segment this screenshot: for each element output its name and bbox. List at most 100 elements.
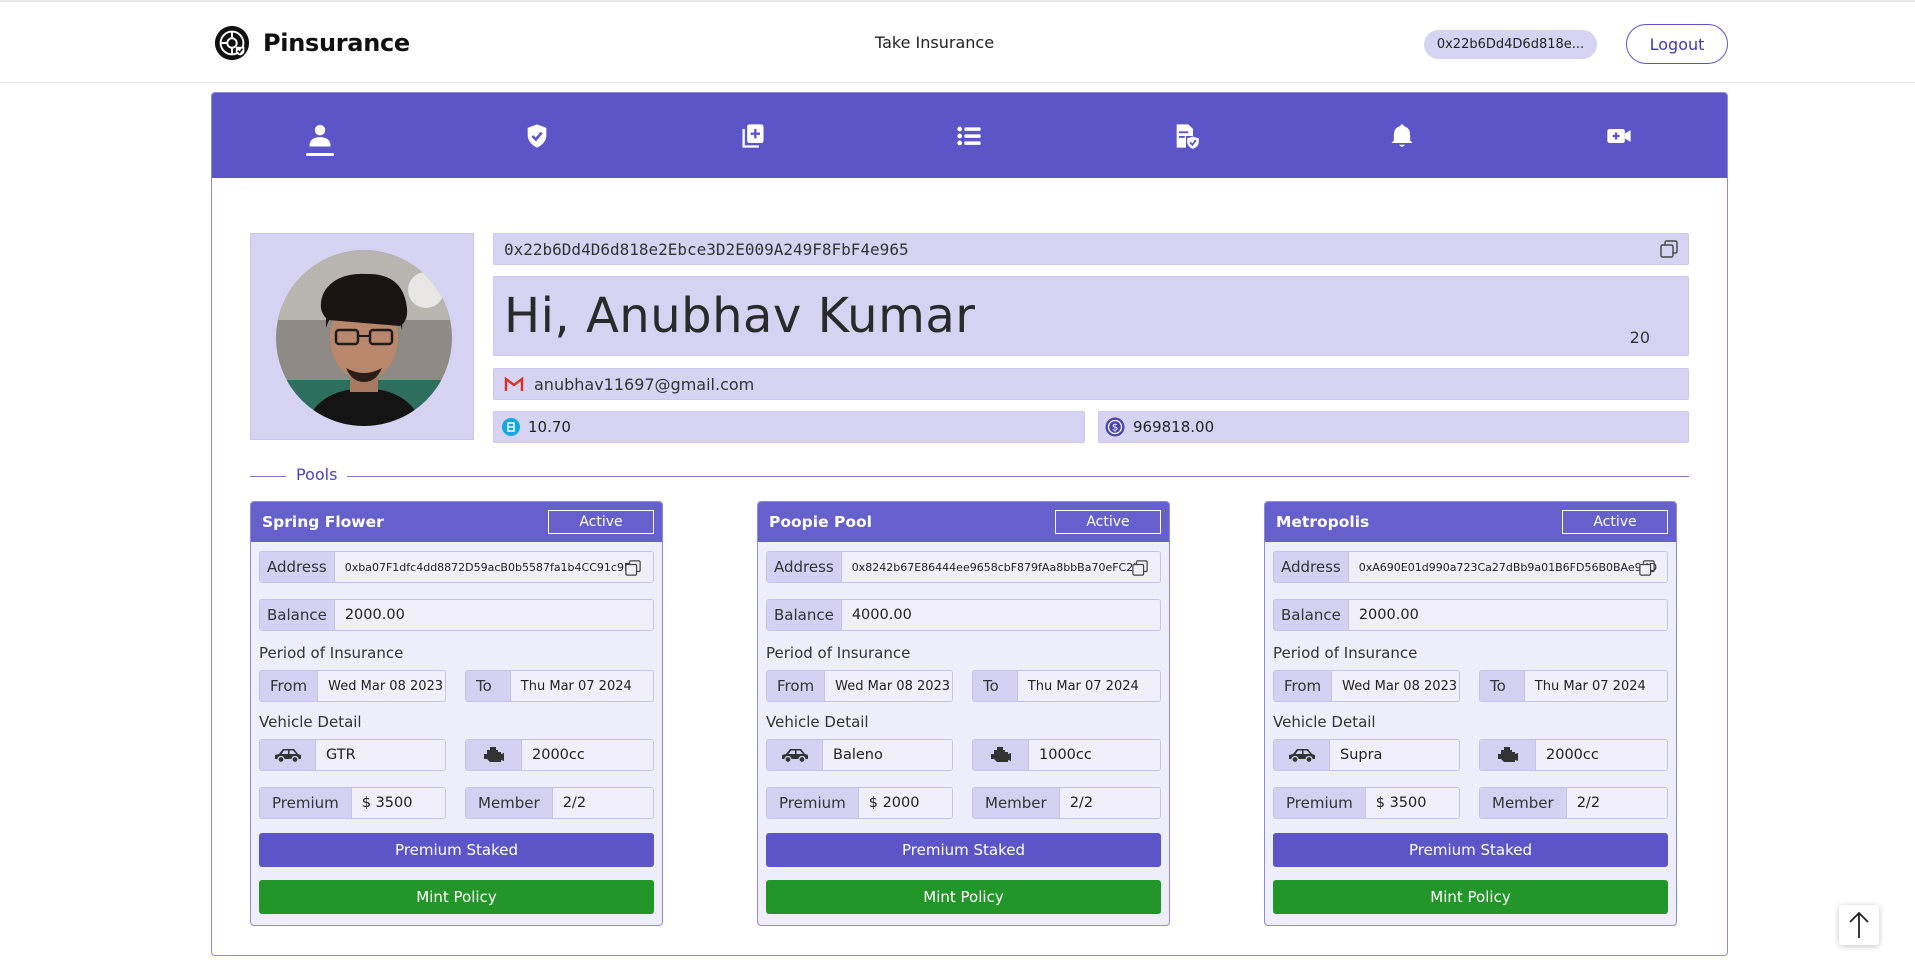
engine-icon (990, 747, 1011, 762)
greeting-text: Hi, Anubhav Kumar (504, 288, 976, 344)
wallet-address-pill[interactable]: 0x22b6Dd4D6d818e... (1424, 30, 1597, 59)
pool-address-label: Address (767, 552, 842, 582)
engine-icon-cell (466, 740, 522, 770)
pool-name: Poopie Pool (769, 513, 872, 531)
vehicle-model-group: GTR (259, 739, 446, 771)
premium-group: Premium $ 2000 (766, 787, 953, 819)
pool-balance-label: Balance (1274, 600, 1349, 630)
copy-icon[interactable] (1132, 560, 1148, 576)
vehicle-model-group: Baleno (766, 739, 953, 771)
period-from-group: From Wed Mar 08 2023 (259, 670, 446, 702)
stablecoin-balance-value: 969818.00 (1133, 418, 1215, 436)
tab-video[interactable] (1511, 93, 1727, 178)
pools-divider (250, 476, 1689, 477)
scroll-to-top-button[interactable] (1839, 905, 1879, 945)
mint-policy-button[interactable]: Mint Policy (766, 880, 1161, 914)
age-value: 20 (1629, 328, 1650, 347)
user-icon (309, 124, 331, 146)
pool-address-group: Address 0x8242b67E86444ee9658cbF879fAa8b… (766, 551, 1161, 583)
logout-button[interactable]: Logout (1626, 24, 1728, 64)
avatar (276, 250, 452, 426)
copy-icon[interactable] (625, 560, 641, 576)
pool-balance-value: 2000.00 (1348, 600, 1667, 630)
svg-text:$: $ (1112, 423, 1118, 434)
premium-value: $ 3500 (1365, 788, 1459, 818)
premium-label: Premium (767, 788, 859, 818)
member-group: Member 2/2 (972, 787, 1161, 819)
list-icon (957, 126, 982, 145)
pool-name: Metropolis (1276, 513, 1370, 531)
take-insurance-link[interactable]: Take Insurance (875, 33, 994, 52)
pools-section-label: Pools (286, 465, 348, 484)
engine-icon-cell (1480, 740, 1536, 770)
member-label: Member (1480, 788, 1567, 818)
vehicle-title: Vehicle Detail (259, 713, 362, 731)
member-group: Member 2/2 (465, 787, 654, 819)
member-value: 2/2 (552, 788, 653, 818)
pool-balance-group: Balance 2000.00 (1273, 599, 1668, 631)
premium-value: $ 3500 (351, 788, 445, 818)
vehicle-engine-group: 2000cc (465, 739, 654, 771)
pool-card-header: Spring Flower Active (251, 502, 662, 542)
pool-address-label: Address (260, 552, 335, 582)
pinsurance-logo-icon (214, 25, 250, 61)
copy-icon[interactable] (1660, 240, 1678, 258)
tab-profile[interactable] (212, 93, 428, 178)
vehicle-model-value: Baleno (823, 740, 952, 770)
tab-list[interactable] (861, 93, 1077, 178)
period-title: Period of Insurance (1273, 644, 1418, 662)
dashboard-tabbar (212, 93, 1727, 178)
usdc-token-icon: $ (1105, 417, 1125, 437)
car-icon-cell (767, 740, 823, 770)
tab-add-policy[interactable] (645, 93, 861, 178)
dashboard-panel: 0x22b6Dd4D6d818e2Ebce3D2E009A249F8FbF4e9… (211, 92, 1728, 956)
add-policy-icon (742, 123, 764, 148)
premium-label: Premium (1274, 788, 1366, 818)
mint-policy-button[interactable]: Mint Policy (1273, 880, 1668, 914)
shield-check-icon (527, 123, 546, 148)
to-label: To (466, 671, 511, 701)
pool-address-label: Address (1274, 552, 1349, 582)
from-label: From (767, 671, 826, 701)
tab-verified-policies[interactable] (1078, 93, 1294, 178)
from-date: Wed Mar 08 2023 (318, 671, 445, 701)
vehicle-engine-value: 1000cc (1029, 740, 1160, 770)
engine-icon (483, 747, 504, 762)
period-title: Period of Insurance (766, 644, 911, 662)
pool-address-group: Address 0xA690E01d990a723Ca27dBb9a01B6FD… (1273, 551, 1668, 583)
premium-value: $ 2000 (858, 788, 952, 818)
member-value: 2/2 (1566, 788, 1667, 818)
vehicle-model-value: GTR (316, 740, 445, 770)
engine-icon (1497, 747, 1518, 762)
premium-staked-button[interactable]: Premium Staked (259, 833, 654, 867)
wallet-address-text: 0x22b6Dd4D6d818e2Ebce3D2E009A249F8FbF4e9… (504, 239, 909, 259)
gmail-icon (504, 376, 524, 391)
pool-status-badge: Active (1562, 510, 1668, 534)
email-text: anubhav11697@gmail.com (534, 374, 755, 394)
car-icon-cell (260, 740, 316, 770)
to-label: To (1480, 671, 1525, 701)
mint-policy-button[interactable]: Mint Policy (259, 880, 654, 914)
from-date: Wed Mar 08 2023 (1332, 671, 1459, 701)
pool-balance-value: 4000.00 (841, 600, 1160, 630)
bell-icon (1391, 123, 1413, 147)
pool-balance-label: Balance (767, 600, 842, 630)
copy-icon[interactable] (1639, 560, 1655, 576)
greeting-field: Hi, Anubhav Kumar 20 (493, 276, 1689, 356)
premium-staked-button[interactable]: Premium Staked (766, 833, 1161, 867)
tab-notifications[interactable] (1294, 93, 1510, 178)
vehicle-title: Vehicle Detail (1273, 713, 1376, 731)
stablecoin-balance-field: $ 969818.00 (1098, 411, 1689, 443)
email-field: anubhav11697@gmail.com (493, 368, 1689, 400)
pool-balance-group: Balance 4000.00 (766, 599, 1161, 631)
vehicle-engine-value: 2000cc (522, 740, 653, 770)
brand[interactable]: Pinsurance (213, 24, 410, 62)
top-navbar: Pinsurance Take Insurance 0x22b6Dd4D6d81… (0, 0, 1915, 83)
tab-insurance[interactable] (428, 93, 644, 178)
avatar-frame (250, 233, 474, 440)
premium-staked-button[interactable]: Premium Staked (1273, 833, 1668, 867)
from-date: Wed Mar 08 2023 (825, 671, 952, 701)
from-label: From (1274, 671, 1333, 701)
pool-card: Poopie Pool Active Address 0x8242b67E864… (757, 501, 1170, 926)
pool-status-badge: Active (1055, 510, 1161, 534)
